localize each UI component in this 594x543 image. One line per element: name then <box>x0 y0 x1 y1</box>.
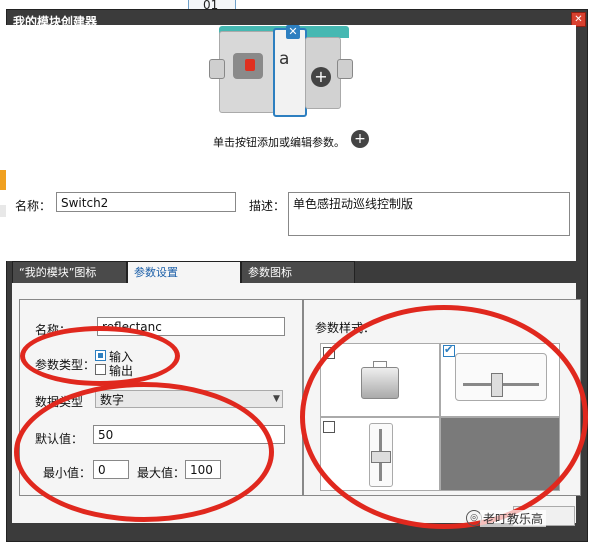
annotation-oval-values <box>14 382 274 522</box>
module-name-label: 名称： <box>15 199 52 213</box>
parameter-slot-label: a <box>279 49 290 69</box>
module-name-input[interactable]: Switch2 <box>56 192 236 212</box>
block-connector-right <box>337 59 353 79</box>
chevron-down-icon[interactable]: ▼ <box>273 394 280 404</box>
tab-parameter-icons[interactable]: 参数图标 <box>241 261 355 283</box>
add-parameter-icon[interactable]: + <box>311 67 331 87</box>
annotation-oval-param-type <box>20 326 180 386</box>
hint-add-icon[interactable]: + <box>351 130 369 148</box>
preview-hint: 单击按钮添加或编辑参数。 <box>213 136 345 149</box>
module-description-label: 描述： <box>249 199 286 213</box>
block-connector-left <box>209 59 225 79</box>
module-description-input[interactable]: 单色感扭动巡线控制版 <box>288 192 570 236</box>
remove-parameter-icon[interactable]: ✕ <box>286 25 300 39</box>
parameter-slot[interactable] <box>273 28 307 117</box>
tab-parameter-setup[interactable]: 参数设置 <box>127 261 241 283</box>
annotation-oval-styles <box>300 305 588 529</box>
tab-my-block-icon[interactable]: “我的模块”图标 <box>12 261 127 283</box>
watermark-text: 老叮教乐高 <box>480 510 547 527</box>
sensor-light-icon <box>245 59 255 71</box>
